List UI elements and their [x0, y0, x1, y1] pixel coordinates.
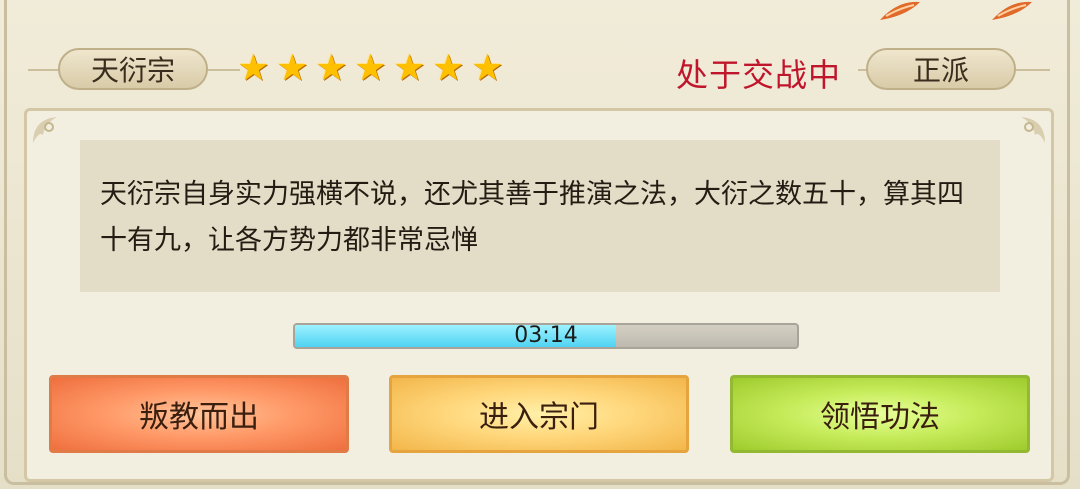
star-icon: ★ — [393, 48, 426, 89]
star-icon: ★ — [471, 48, 504, 89]
star-icon: ★ — [237, 48, 270, 89]
enter-sect-button-label: 进入宗门 — [479, 400, 599, 435]
corner-ornament-icon — [1021, 117, 1045, 143]
leaf-ornament-icon — [992, 1, 1032, 20]
sect-info-panel: 天衍宗 ★ ★ ★ ★ ★ ★ ★ 处于交战中 正派 天衍宗自身实力强横不说，还… — [0, 0, 1080, 489]
star-icon: ★ — [276, 48, 309, 89]
defect-button-label: 叛教而出 — [139, 400, 259, 435]
leaf-ornament-icon — [880, 1, 920, 20]
divider — [1010, 69, 1050, 71]
star-icon: ★ — [315, 48, 348, 89]
sect-alignment: 正派 — [912, 54, 969, 87]
star-icon: ★ — [354, 48, 387, 89]
alignment-plaque: 正派 — [866, 48, 1016, 90]
star-icon: ★ — [432, 48, 465, 89]
timer-progress-bar: 03:14 — [293, 323, 799, 349]
defect-button[interactable]: 叛教而出 — [49, 375, 349, 453]
comprehend-technique-button-label: 领悟功法 — [820, 400, 940, 435]
timer-text: 03:14 — [514, 323, 578, 348]
sect-description-box: 天衍宗自身实力强横不说，还尤其善于推演之法，大衍之数五十，算其四十有九，让各方势… — [80, 140, 1000, 292]
comprehend-technique-button[interactable]: 领悟功法 — [730, 375, 1030, 453]
enter-sect-button[interactable]: 进入宗门 — [389, 375, 689, 453]
corner-ornament-icon — [33, 117, 57, 143]
sect-description: 天衍宗自身实力强横不说，还尤其善于推演之法，大衍之数五十，算其四十有九，让各方势… — [100, 179, 964, 256]
sect-name-plaque: 天衍宗 — [58, 48, 208, 90]
sect-header: 天衍宗 ★ ★ ★ ★ ★ ★ ★ 处于交战中 正派 — [0, 36, 1080, 102]
sect-name: 天衍宗 — [90, 54, 175, 87]
sect-rating-stars: ★ ★ ★ ★ ★ ★ ★ — [236, 48, 505, 89]
war-status: 处于交战中 — [676, 56, 842, 94]
